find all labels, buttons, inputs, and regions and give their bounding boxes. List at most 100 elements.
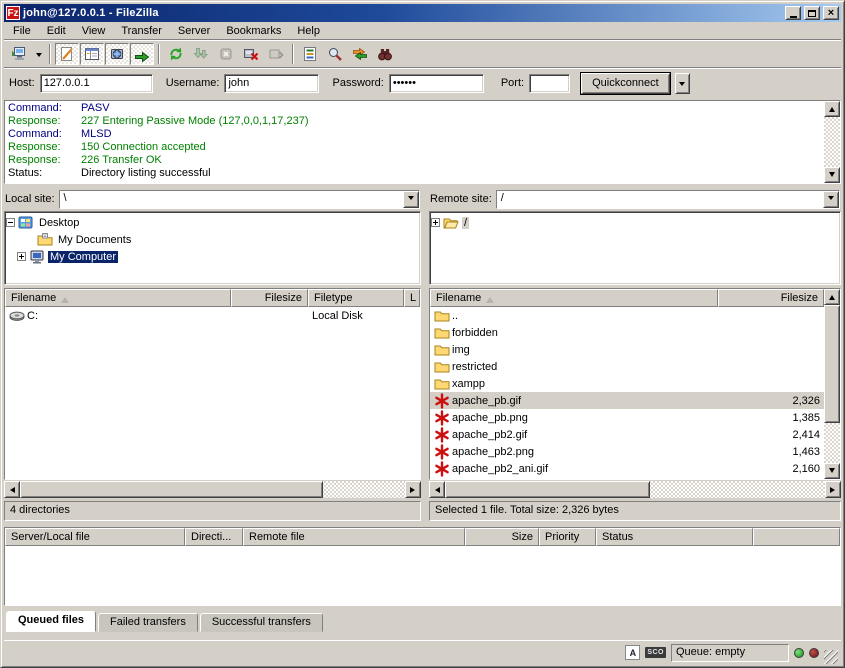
file-row[interactable]: C: Local Disk xyxy=(5,307,420,324)
password-input[interactable] xyxy=(389,74,484,93)
cancel-icon[interactable] xyxy=(214,43,238,65)
file-row[interactable]: .. xyxy=(430,307,824,324)
scroll-track[interactable] xyxy=(445,481,825,498)
maximize-button[interactable] xyxy=(804,6,820,20)
port-input[interactable] xyxy=(529,74,570,93)
column-label: Filename xyxy=(11,292,56,304)
column-filename[interactable]: Filename xyxy=(5,289,231,307)
menu-edit[interactable]: Edit xyxy=(39,24,74,38)
scroll-thumb[interactable] xyxy=(445,481,650,498)
file-row[interactable]: forbidden xyxy=(430,324,824,341)
scroll-up-icon[interactable] xyxy=(824,289,840,305)
host-input[interactable] xyxy=(40,74,153,93)
log-value: 150 Connection accepted xyxy=(81,141,206,154)
tree-item-my-computer[interactable]: My Computer xyxy=(6,248,419,265)
tab-failed-transfers[interactable]: Failed transfers xyxy=(98,613,198,632)
column-server-local-file[interactable]: Server/Local file xyxy=(5,528,185,546)
find-files-icon[interactable] xyxy=(373,43,397,65)
file-name: img xyxy=(452,344,470,356)
menu-transfer[interactable]: Transfer xyxy=(113,24,170,38)
column-priority[interactable]: Priority xyxy=(539,528,596,546)
username-input[interactable] xyxy=(224,74,319,93)
reconnect-icon[interactable] xyxy=(264,43,288,65)
panel-splitter[interactable] xyxy=(421,188,429,520)
directory-comparison-icon[interactable] xyxy=(323,43,347,65)
collapse-icon[interactable] xyxy=(6,218,15,227)
file-name: apache_pb2_ani.gif xyxy=(452,463,548,475)
remote-site-combo[interactable]: / xyxy=(496,190,840,209)
file-row[interactable]: restricted xyxy=(430,358,824,375)
column-filetype[interactable]: Filetype xyxy=(308,289,404,307)
column-size[interactable]: Size xyxy=(465,528,539,546)
remote-vertical-scrollbar[interactable] xyxy=(824,289,840,479)
scroll-down-icon[interactable] xyxy=(824,167,840,183)
tab-queued-files[interactable]: Queued files xyxy=(6,611,96,632)
log-scrollbar[interactable] xyxy=(824,101,840,183)
file-row[interactable]: apache_pb2.gif2,414 xyxy=(430,426,824,443)
scroll-track[interactable] xyxy=(824,117,840,167)
site-manager-dropdown-icon[interactable] xyxy=(32,43,45,65)
menu-server[interactable]: Server xyxy=(170,24,218,38)
chevron-down-icon[interactable] xyxy=(403,191,419,208)
log-label: Response: xyxy=(8,154,81,167)
file-row[interactable]: img xyxy=(430,341,824,358)
scroll-track[interactable] xyxy=(20,481,405,498)
menu-help[interactable]: Help xyxy=(289,24,328,38)
local-site-combo[interactable]: \ xyxy=(59,190,420,209)
quickconnect-dropdown-icon[interactable] xyxy=(675,73,690,94)
file-row-selected[interactable]: apache_pb.gif2,326 xyxy=(430,392,824,409)
menu-file[interactable]: File xyxy=(5,24,39,38)
expand-icon[interactable] xyxy=(431,218,440,227)
toggle-local-tree-icon[interactable] xyxy=(80,43,104,65)
scroll-right-icon[interactable] xyxy=(825,481,841,498)
local-horizontal-scrollbar[interactable] xyxy=(4,481,421,498)
minimize-button[interactable] xyxy=(785,6,801,20)
chevron-down-icon[interactable] xyxy=(823,191,839,208)
disconnect-icon[interactable] xyxy=(239,43,263,65)
column-direction[interactable]: Directi... xyxy=(185,528,243,546)
column-remote-file[interactable]: Remote file xyxy=(243,528,465,546)
transfer-type-icon[interactable]: A xyxy=(625,645,640,660)
column-filesize[interactable]: Filesize xyxy=(718,289,824,307)
close-button[interactable]: × xyxy=(823,6,839,20)
scroll-up-icon[interactable] xyxy=(824,101,840,117)
tree-item-my-documents[interactable]: My Documents xyxy=(6,231,419,248)
column-filename[interactable]: Filename xyxy=(430,289,718,307)
menu-bookmarks[interactable]: Bookmarks xyxy=(218,24,289,38)
file-row[interactable]: xampp xyxy=(430,375,824,392)
file-row[interactable]: apache_pb2_ani.gif2,160 xyxy=(430,460,824,477)
expand-icon[interactable] xyxy=(17,252,26,261)
menu-view[interactable]: View xyxy=(74,24,114,38)
tree-item-root[interactable]: / xyxy=(431,214,839,231)
filter-icon[interactable] xyxy=(298,43,322,65)
remote-horizontal-scrollbar[interactable] xyxy=(429,481,841,498)
column-last-modified[interactable]: L xyxy=(404,289,420,307)
toggle-message-log-icon[interactable] xyxy=(55,43,79,65)
scroll-thumb[interactable] xyxy=(20,481,323,498)
resize-grip[interactable] xyxy=(824,650,838,664)
scroll-thumb[interactable] xyxy=(824,305,840,423)
tree-item-desktop[interactable]: Desktop xyxy=(6,214,419,231)
scroll-down-icon[interactable] xyxy=(824,463,840,479)
scroll-left-icon[interactable] xyxy=(429,481,445,498)
synchronized-browsing-icon[interactable] xyxy=(348,43,372,65)
process-queue-icon[interactable] xyxy=(189,43,213,65)
file-row[interactable]: apache_pb.png1,385 xyxy=(430,409,824,426)
toggle-remote-tree-icon[interactable] xyxy=(105,43,129,65)
column-filesize[interactable]: Filesize xyxy=(231,289,308,307)
quickconnect-button[interactable]: Quickconnect xyxy=(581,73,670,94)
scroll-track[interactable] xyxy=(824,305,840,463)
refresh-icon[interactable] xyxy=(164,43,188,65)
titlebar[interactable]: Fz john@127.0.0.1 - FileZilla × xyxy=(4,4,841,22)
scroll-right-icon[interactable] xyxy=(405,481,421,498)
folder-icon xyxy=(434,325,450,341)
browser-panels: Local site: \ Desktop My Documents xyxy=(4,188,841,520)
file-row[interactable]: apache_pb2.png1,463 xyxy=(430,443,824,460)
tab-successful-transfers[interactable]: Successful transfers xyxy=(200,613,323,632)
site-manager-icon[interactable] xyxy=(7,43,31,65)
toggle-transfer-queue-icon[interactable] xyxy=(130,43,154,65)
toolbar-separator xyxy=(292,44,294,64)
queue-header: Server/Local file Directi... Remote file… xyxy=(5,528,840,546)
column-status[interactable]: Status xyxy=(596,528,753,546)
scroll-left-icon[interactable] xyxy=(4,481,20,498)
